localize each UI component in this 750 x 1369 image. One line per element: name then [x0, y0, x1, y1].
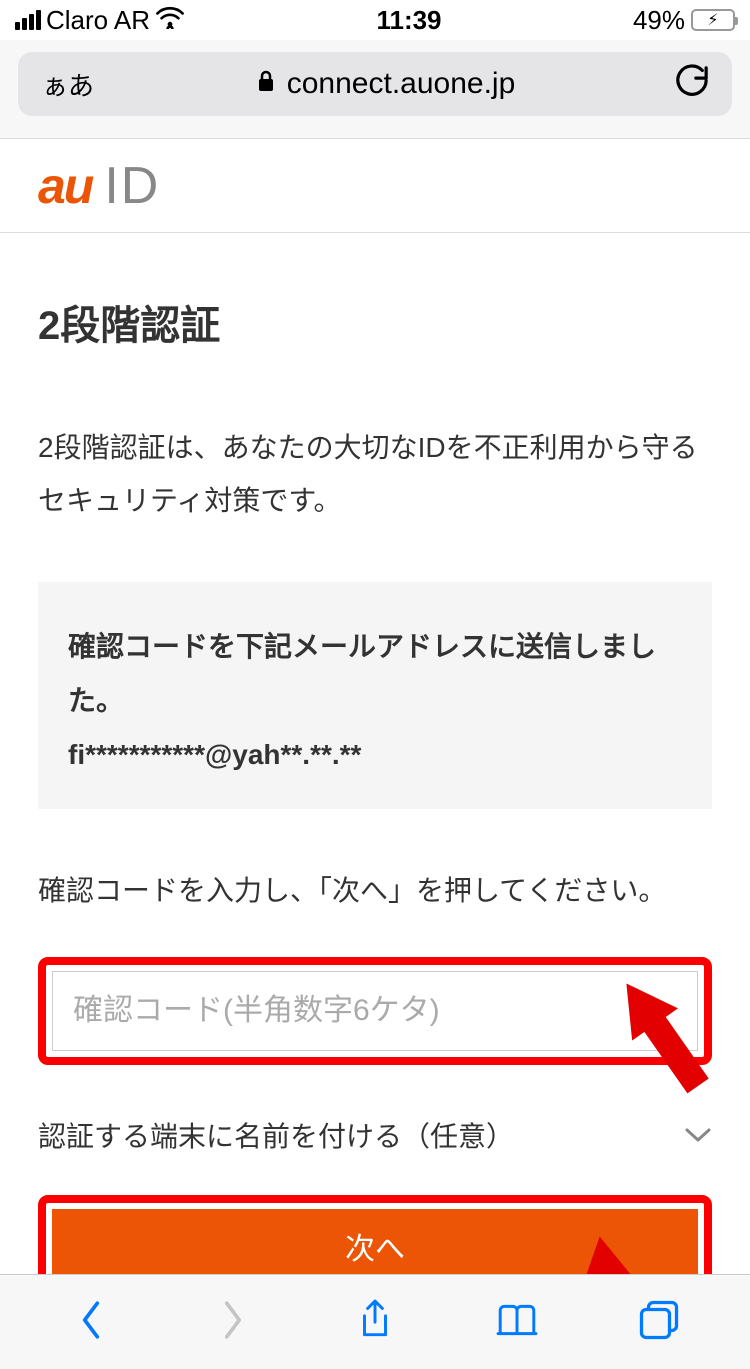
masked-email: fi***********@yah**.**.**: [68, 739, 682, 771]
cellular-signal-icon: [15, 10, 41, 30]
page-description: 2段階認証は、あなたの大切なIDを不正利用から守るセキュリティ対策です。: [38, 421, 712, 527]
wifi-icon: [155, 5, 185, 36]
share-button[interactable]: [354, 1299, 396, 1346]
site-header: au ID: [0, 138, 750, 233]
reload-button[interactable]: [676, 64, 708, 105]
browser-toolbar: [0, 1274, 750, 1369]
device-name-expander[interactable]: 認証する端末に名前を付ける（任意）: [38, 1105, 712, 1195]
tabs-button[interactable]: [638, 1299, 680, 1346]
bookmarks-button[interactable]: [496, 1299, 538, 1346]
confirmation-info-box: 確認コードを下記メールアドレスに送信しました。 fi***********@ya…: [38, 582, 712, 808]
input-instruction: 確認コードを入力し、「次へ」を押してください。: [38, 864, 712, 917]
browser-chrome: ぁあ connect.auone.jp: [0, 40, 750, 138]
carrier-label: Claro AR: [46, 5, 150, 36]
battery-percent: 49%: [633, 5, 685, 36]
status-bar: Claro AR 11:39 49% ⚡︎: [0, 0, 750, 40]
back-button[interactable]: [70, 1299, 112, 1346]
chevron-down-icon: [684, 1119, 712, 1151]
info-box-message: 確認コードを下記メールアドレスに送信しました。: [68, 620, 682, 726]
page-title: 2段階認証: [38, 293, 712, 351]
battery-icon: ⚡︎: [691, 9, 735, 31]
id-logo-text: ID: [104, 156, 160, 216]
expander-label: 認証する端末に名前を付ける（任意）: [38, 1115, 514, 1155]
clock: 11:39: [376, 5, 441, 36]
url-bar[interactable]: ぁあ connect.auone.jp: [18, 52, 732, 116]
url-domain: connect.auone.jp: [287, 67, 516, 101]
verification-code-input[interactable]: [52, 971, 698, 1051]
au-logo: au: [38, 157, 92, 215]
reader-mode-button[interactable]: ぁあ: [42, 66, 94, 103]
forward-button[interactable]: [212, 1299, 254, 1346]
lock-icon: [255, 67, 277, 101]
